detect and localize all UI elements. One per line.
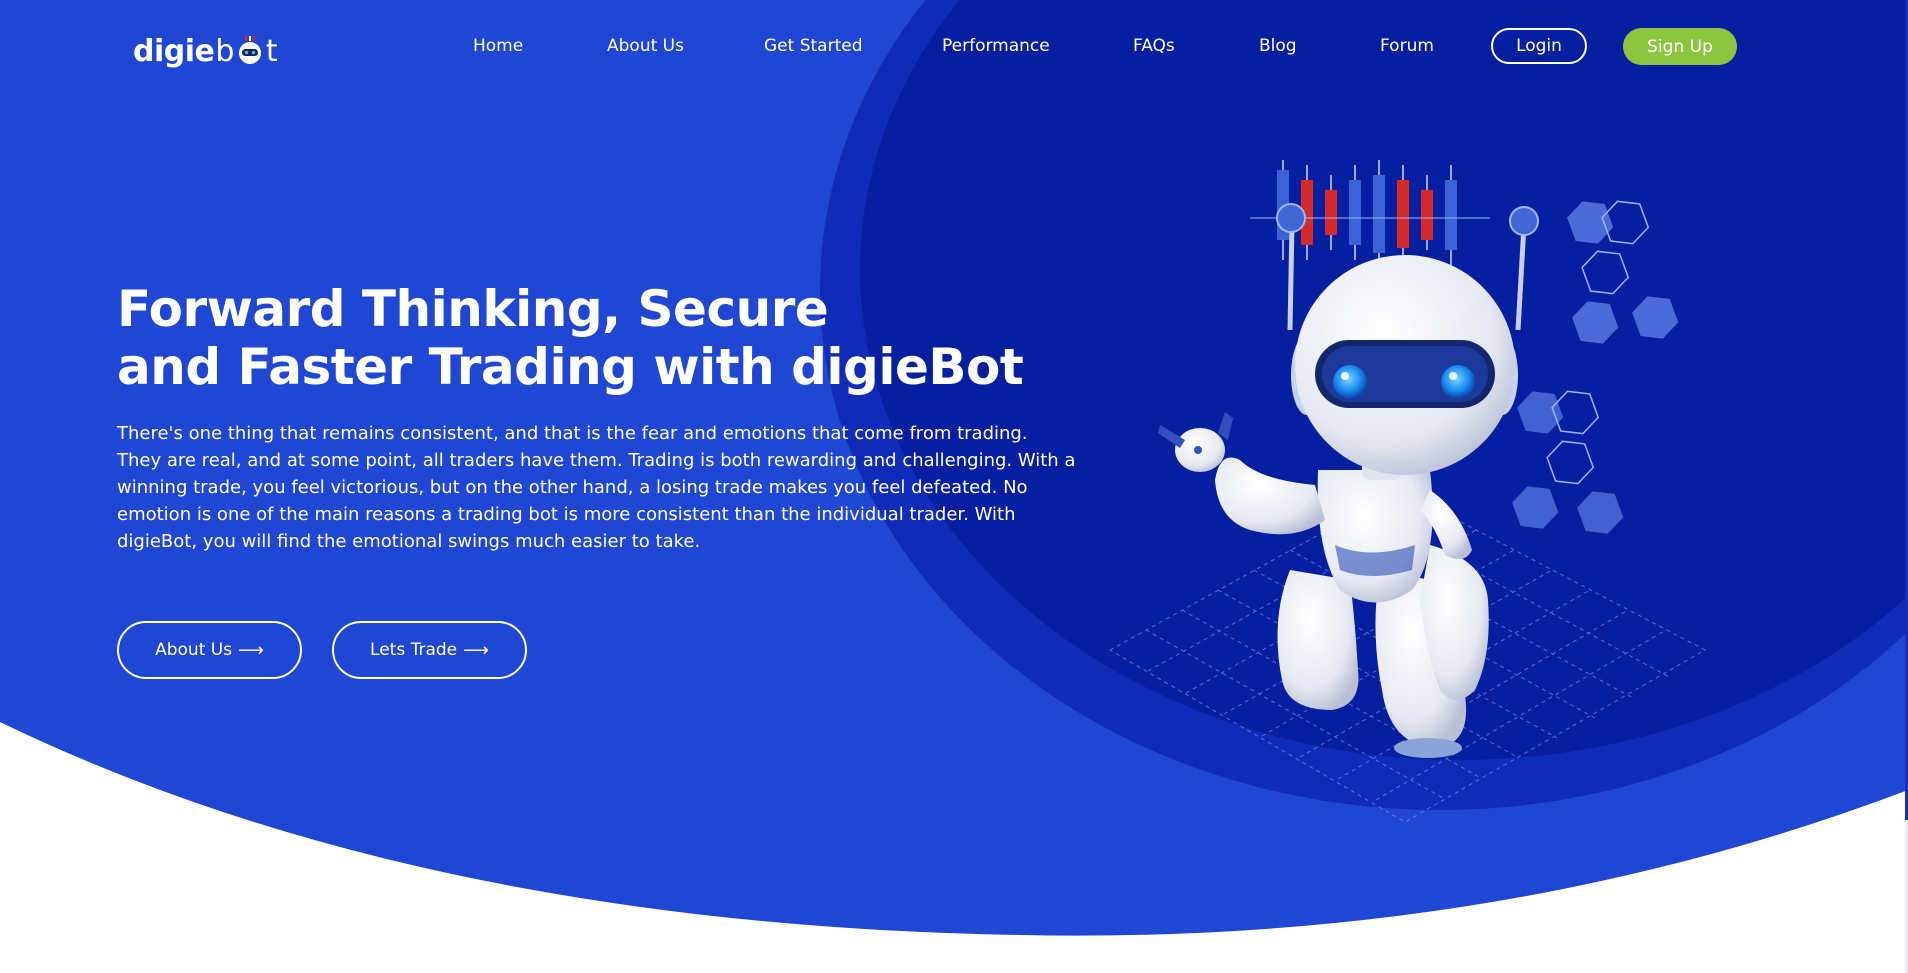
hero-description: There's one thing that remains consisten… bbox=[117, 423, 1076, 552]
login-button[interactable]: Login bbox=[1491, 28, 1587, 64]
main-nav: Home About Us Get Started Performance FA… bbox=[0, 28, 1908, 66]
arrow-right-icon: ⟶ bbox=[463, 639, 489, 661]
lets-trade-button[interactable]: Lets Trade ⟶ bbox=[332, 621, 527, 679]
hexagon-decorations bbox=[1512, 200, 1679, 534]
nav-link-performance[interactable]: Performance bbox=[942, 36, 1050, 56]
signup-button[interactable]: Sign Up bbox=[1623, 28, 1737, 65]
nav-link-home[interactable]: Home bbox=[473, 36, 523, 56]
nav-link-faqs[interactable]: FAQs bbox=[1133, 36, 1175, 56]
arrow-right-icon: ⟶ bbox=[238, 639, 264, 661]
hero-title-line-1: Forward Thinking, Secure bbox=[117, 280, 829, 338]
hero-title: Forward Thinking, Secure and Faster Trad… bbox=[117, 280, 1024, 396]
nav-link-blog[interactable]: Blog bbox=[1259, 36, 1297, 56]
about-us-button[interactable]: About Us ⟶ bbox=[117, 621, 302, 679]
nav-link-forum[interactable]: Forum bbox=[1380, 36, 1434, 56]
about-us-button-label: About Us bbox=[155, 640, 233, 660]
hero-title-line-2: and Faster Trading with digieBot bbox=[117, 338, 1024, 396]
lets-trade-button-label: Lets Trade bbox=[370, 640, 458, 660]
nav-link-about-us[interactable]: About Us bbox=[607, 36, 684, 56]
nav-link-get-started[interactable]: Get Started bbox=[764, 36, 862, 56]
robot-illustration bbox=[1108, 160, 1707, 823]
